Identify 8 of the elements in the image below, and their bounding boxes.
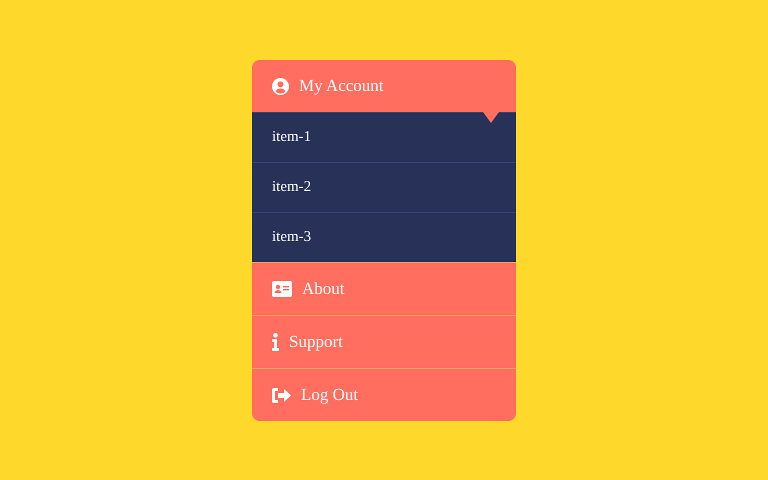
submenu-item[interactable]: item-1 (252, 112, 516, 162)
account-icon (272, 78, 289, 94)
menu-section[interactable]: Log Out (252, 368, 516, 421)
logout-icon (272, 388, 291, 402)
info-icon (272, 333, 279, 351)
submenu-item[interactable]: item-2 (252, 162, 516, 212)
caret-icon (483, 112, 499, 123)
id-card-icon (272, 281, 292, 297)
